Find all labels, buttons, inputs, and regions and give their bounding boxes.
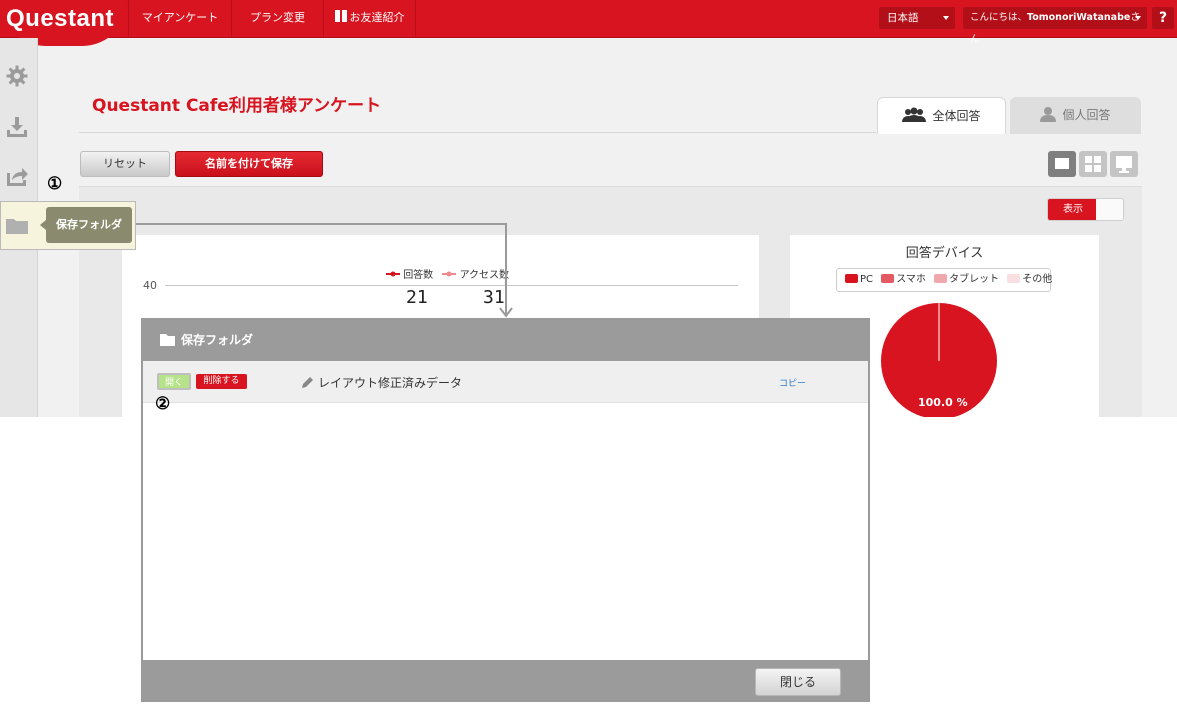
chevron-down-icon [1135, 16, 1141, 20]
tab-individual-responses-label: 個人回答 [1062, 108, 1111, 122]
tab-all-responses[interactable]: 全体回答 [877, 97, 1006, 134]
title-divider [79, 132, 876, 133]
save-folder-dialog: 保存フォルダ 開く 削除する レイアウト修正済みデータ コピー 閉じる [141, 318, 870, 702]
nav-plan-change[interactable]: プラン変更 [231, 0, 323, 38]
legend-pc: PC [860, 274, 874, 285]
step-marker-1: ① [47, 174, 63, 194]
display-toggle-label: 表示 [1048, 199, 1098, 220]
nav-my-survey[interactable]: マイアンケート [128, 0, 231, 38]
gear-icon[interactable] [5, 64, 29, 88]
gift-icon [334, 10, 347, 22]
display-toggle[interactable]: 表示 [1047, 198, 1124, 221]
presentation-view-button[interactable] [1110, 151, 1138, 177]
dialog-footer: 閉じる [143, 660, 868, 700]
copy-link[interactable]: コピー [779, 376, 806, 389]
legend-swatch-tablet [934, 274, 948, 283]
grid-icon [1085, 156, 1101, 172]
language-value: 日本語 [887, 12, 919, 24]
questant-logo: Questant [6, 5, 115, 32]
legend-swatch-other [1007, 274, 1021, 283]
dialog-header: 保存フォルダ [143, 320, 868, 361]
screen: Questant マイアンケート プラン変更 お友達紹介 日本語 こんにちは、T… [0, 0, 1177, 707]
save-as-button[interactable]: 名前を付けて保存 [175, 151, 323, 177]
group-users-icon [902, 107, 927, 122]
device-chart-title: 回答デバイス [905, 246, 984, 261]
nav-plan-change-label: プラン変更 [250, 11, 305, 24]
page-title: Questant Cafe利用者様アンケート [92, 96, 382, 116]
user-icon [1040, 107, 1057, 122]
legend-smartphone: スマホ [896, 274, 926, 285]
folder-icon [160, 334, 175, 346]
toggle-knob [1096, 199, 1123, 220]
legend-swatch-pc [845, 274, 858, 283]
reset-button[interactable]: リセット [80, 151, 170, 177]
download-icon[interactable] [5, 114, 29, 138]
legend-other: その他 [1022, 274, 1053, 285]
user-menu[interactable]: こんにちは、TomonoriWatanabeさん [963, 7, 1147, 45]
saved-item-name: レイアウト修正済みデータ [318, 376, 463, 390]
legend-tablet: タブレット [949, 274, 1000, 285]
language-select[interactable]: 日本語 [879, 7, 955, 29]
callout-connector-arrow [136, 223, 513, 318]
pie-slice-label: 100.0 % [918, 396, 968, 409]
tab-individual-responses[interactable]: 個人回答 [1010, 97, 1141, 134]
delete-button[interactable]: 削除する [196, 374, 247, 389]
legend-swatch-smartphone [881, 274, 895, 283]
step-marker-2: ② [155, 394, 171, 414]
device-chart-legend: PC スマホ タブレット その他 [836, 268, 1053, 292]
save-folder-tooltip: 保存フォルダ [40, 207, 132, 243]
close-button[interactable]: 閉じる [755, 668, 841, 696]
monitor-icon [1116, 156, 1132, 173]
dialog-title: 保存フォルダ [181, 333, 254, 347]
greeting-prefix: こんにちは、 [970, 12, 1028, 23]
open-button[interactable]: 開く [157, 373, 191, 390]
tab-all-responses-label: 全体回答 [932, 109, 981, 123]
user-name: TomonoriWatanabe [1027, 12, 1131, 23]
list-item: 開く 削除する レイアウト修正済みデータ コピー [143, 361, 868, 403]
nav-invite-friends-label: お友達紹介 [349, 11, 405, 24]
pencil-icon[interactable] [301, 376, 314, 389]
help-button[interactable]: ? [1152, 7, 1174, 29]
nav-invite-friends[interactable]: お友達紹介 [323, 0, 416, 38]
single-pane-icon [1055, 158, 1069, 169]
nav-my-survey-label: マイアンケート [141, 11, 219, 24]
single-view-button[interactable] [1048, 151, 1076, 177]
grid-view-button[interactable] [1079, 151, 1107, 177]
chevron-down-icon [943, 16, 949, 20]
folder-icon [6, 219, 28, 234]
export-icon[interactable] [5, 164, 29, 188]
